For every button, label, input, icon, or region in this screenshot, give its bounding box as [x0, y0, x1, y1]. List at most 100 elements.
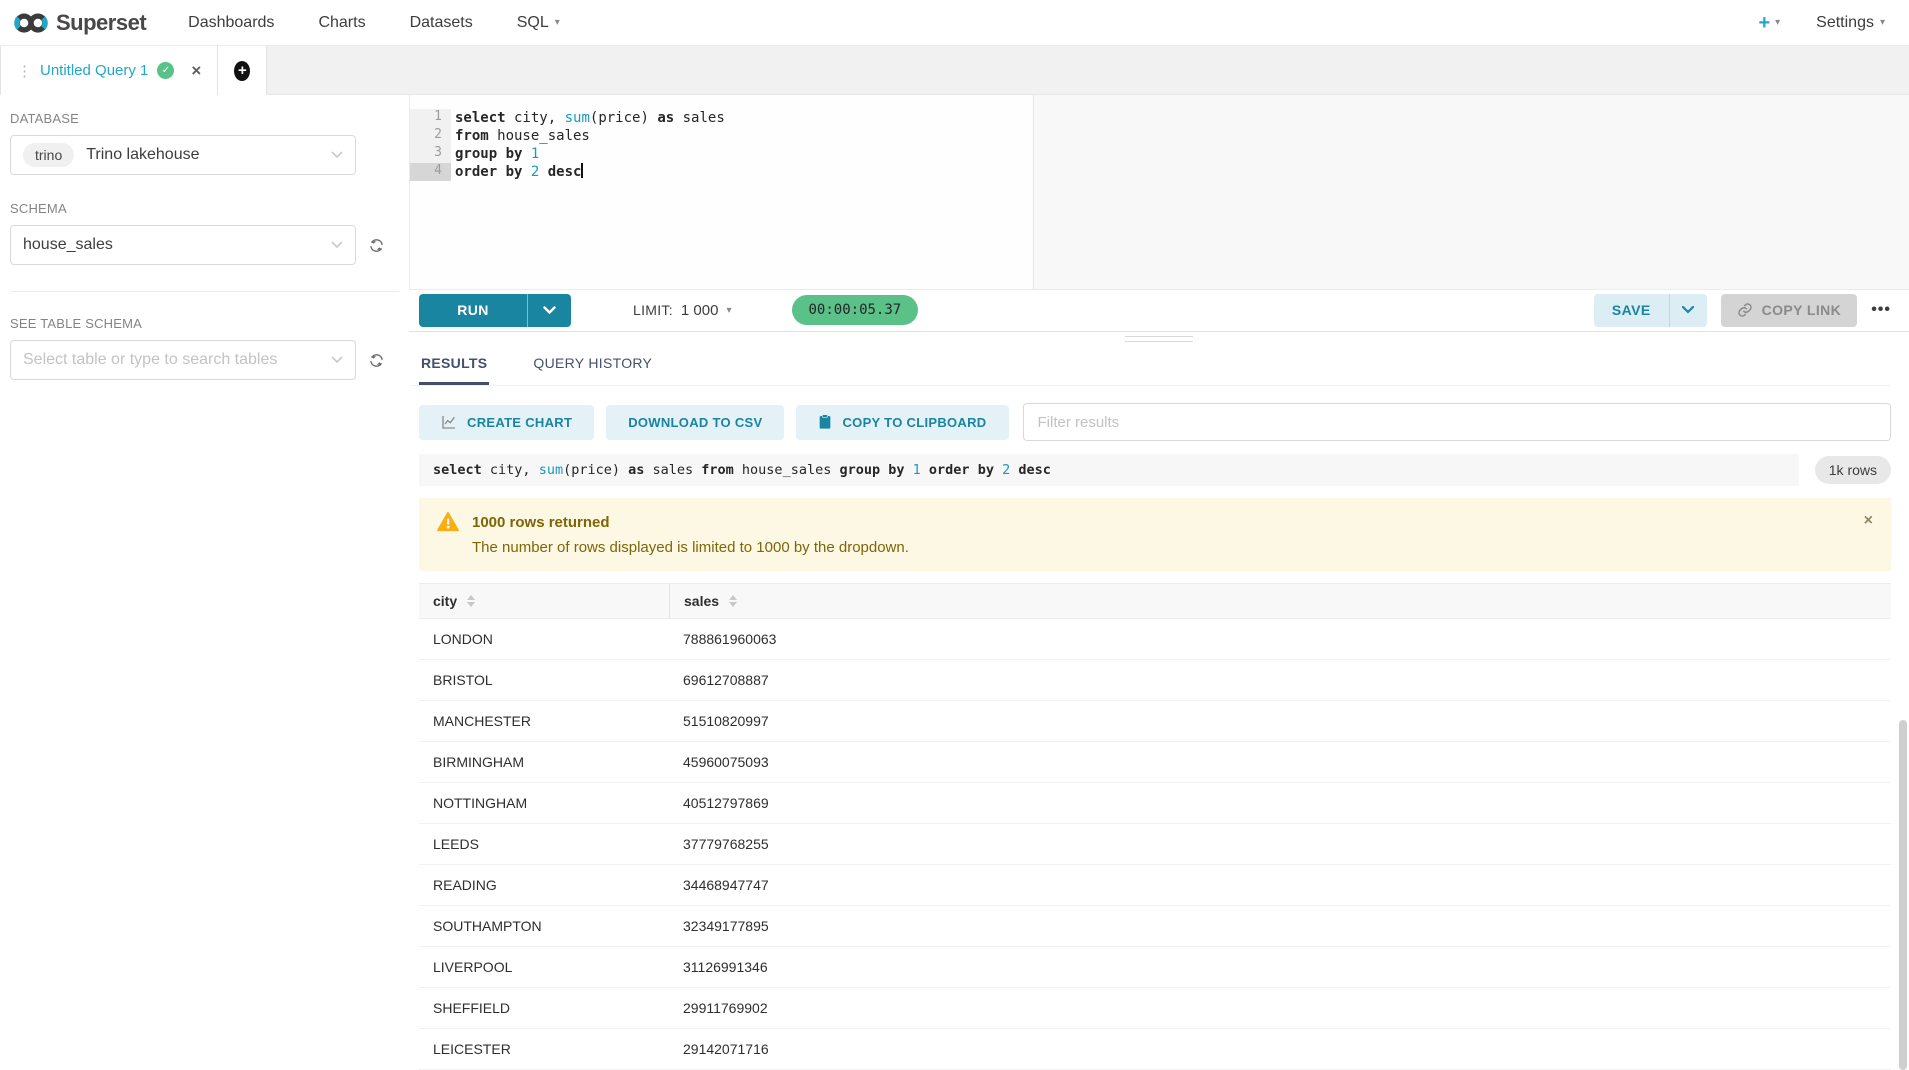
table-cell: 788861960063	[669, 619, 1891, 659]
rows-limit-alert: 1000 rows returned The number of rows di…	[419, 498, 1891, 571]
line-number: 2	[410, 127, 451, 145]
sql-token: (price)	[590, 110, 657, 126]
tabbar-spacer	[267, 46, 1909, 95]
results-scrollbar[interactable]	[1899, 532, 1907, 1070]
warning-icon	[437, 512, 459, 532]
nav-item-dashboards[interactable]: Dashboards	[188, 0, 274, 45]
create-chart-button[interactable]: CREATE CHART	[419, 405, 594, 440]
brand-name: Superset	[56, 10, 146, 36]
table-cell: SHEFFIELD	[419, 988, 669, 1028]
sql-token: select	[455, 110, 506, 126]
copy-link-button[interactable]: COPY LINK	[1721, 294, 1858, 327]
editor-code: select city, sum(price) as salesfrom hou…	[455, 109, 725, 181]
column-header-city[interactable]: city	[419, 584, 669, 618]
grip-icon	[1125, 336, 1193, 346]
results-actions: CREATE CHART DOWNLOAD TO CSV COPY TO CLI…	[419, 403, 1891, 441]
filter-results-input[interactable]	[1023, 403, 1892, 441]
sql-token: city,	[482, 462, 539, 478]
alert-message: The number of rows displayed is limited …	[472, 539, 1864, 556]
executed-query-preview: select city, sum(price) as sales from ho…	[419, 454, 1799, 486]
sql-token	[539, 164, 547, 180]
more-actions-button[interactable]: •••	[1871, 301, 1891, 319]
table-row: LONDON788861960063	[419, 619, 1891, 660]
save-button[interactable]: SAVE	[1594, 294, 1669, 327]
sql-token: 1	[913, 462, 921, 478]
pane-resize-handle[interactable]	[409, 331, 1909, 342]
sql-token: as	[628, 462, 644, 478]
navbar-right: + ▾ Settings ▾	[1758, 13, 1885, 33]
sql-token: from	[701, 462, 734, 478]
tab-results[interactable]: RESULTS	[419, 342, 489, 385]
nav-item-label: Dashboards	[188, 14, 274, 32]
sql-token: group by	[839, 462, 904, 478]
table-cell: 29142071716	[669, 1029, 1891, 1069]
sql-token	[905, 462, 913, 478]
see-table-schema-label: SEE TABLE SCHEMA	[10, 316, 399, 331]
sql-token: select	[433, 462, 482, 478]
download-csv-button[interactable]: DOWNLOAD TO CSV	[606, 405, 784, 440]
results-table-body: LONDON788861960063BRISTOL69612708887MANC…	[419, 619, 1891, 1070]
database-select-value: Trino lakehouse	[86, 146, 199, 164]
table-cell: 29911769902	[669, 988, 1891, 1028]
refresh-tables-icon[interactable]	[368, 352, 385, 369]
sql-code-editor[interactable]: 1234 select city, sum(price) as salesfro…	[409, 95, 1909, 290]
table-cell: 69612708887	[669, 660, 1891, 700]
database-select[interactable]: trino Trino lakehouse	[10, 135, 356, 175]
schema-select[interactable]: house_sales	[10, 225, 356, 265]
table-cell: LEEDS	[419, 824, 669, 864]
brand[interactable]: Superset	[14, 10, 146, 36]
query-tabbar: ⋮ Untitled Query 1 ✓ × +	[0, 46, 1909, 95]
limit-value: 1 000	[681, 302, 719, 319]
run-options-caret[interactable]	[527, 294, 571, 327]
save-options-caret[interactable]	[1669, 294, 1707, 327]
table-cell: READING	[419, 865, 669, 905]
drag-handle-icon: ⋮	[17, 62, 31, 80]
results-tabs: RESULTS QUERY HISTORY	[410, 342, 1891, 386]
limit-dropdown[interactable]: LIMIT: 1 000 ▾	[633, 302, 732, 319]
tab-query-history[interactable]: QUERY HISTORY	[531, 342, 654, 385]
close-tab-icon[interactable]: ×	[191, 61, 201, 81]
nav-item-datasets[interactable]: Datasets	[410, 0, 473, 45]
table-cell: 37779768255	[669, 824, 1891, 864]
chevron-down-icon	[331, 241, 343, 249]
sql-token: sum	[539, 462, 563, 478]
refresh-schemas-icon[interactable]	[368, 237, 385, 254]
table-row: BIRMINGHAM45960075093	[419, 742, 1891, 783]
column-header-sales[interactable]: sales	[669, 584, 1891, 618]
table-row: LIVERPOOL31126991346	[419, 947, 1891, 988]
table-cell: 40512797869	[669, 783, 1891, 823]
sql-editor-pane: 1234 select city, sum(price) as salesfro…	[409, 95, 1909, 1070]
settings-label: Settings	[1816, 14, 1874, 32]
nav-item-sql[interactable]: SQL▾	[517, 0, 560, 45]
copy-link-label: COPY LINK	[1762, 302, 1842, 318]
table-select[interactable]: Select table or type to search tables	[10, 340, 356, 380]
limit-label: LIMIT:	[633, 302, 673, 318]
chevron-down-icon	[331, 356, 343, 364]
alert-close-icon[interactable]: ×	[1864, 512, 1873, 530]
new-item-button[interactable]: + ▾	[1758, 13, 1780, 33]
run-button[interactable]: RUN	[419, 294, 527, 327]
code-line: group by 1	[455, 145, 725, 163]
table-cell: LIVERPOOL	[419, 947, 669, 987]
sql-token	[522, 164, 530, 180]
copy-clipboard-button[interactable]: COPY TO CLIPBOARD	[796, 405, 1008, 440]
chevron-down-icon	[331, 151, 343, 159]
table-row: SHEFFIELD29911769902	[419, 988, 1891, 1029]
sql-token: group by	[455, 146, 522, 162]
settings-menu[interactable]: Settings ▾	[1816, 14, 1885, 32]
tab-untitled-query-1[interactable]: ⋮ Untitled Query 1 ✓ ×	[0, 46, 218, 95]
table-select-placeholder: Select table or type to search tables	[23, 351, 277, 369]
nav-item-charts[interactable]: Charts	[318, 0, 365, 45]
line-number: 4	[410, 163, 451, 181]
table-cell: MANCHESTER	[419, 701, 669, 741]
line-number: 3	[410, 145, 451, 163]
sql-token: sales	[644, 462, 701, 478]
column-header-label: sales	[684, 593, 719, 609]
table-cell: BRISTOL	[419, 660, 669, 700]
results-table: city sales LONDON788861960063BRISTOL6961…	[419, 583, 1891, 1070]
text-cursor	[581, 163, 583, 178]
nav-item-label: SQL	[517, 14, 549, 32]
scrollbar-thumb[interactable]	[1899, 720, 1907, 1070]
caret-down-icon: ▾	[1880, 17, 1885, 28]
add-tab-button[interactable]: +	[218, 46, 267, 95]
